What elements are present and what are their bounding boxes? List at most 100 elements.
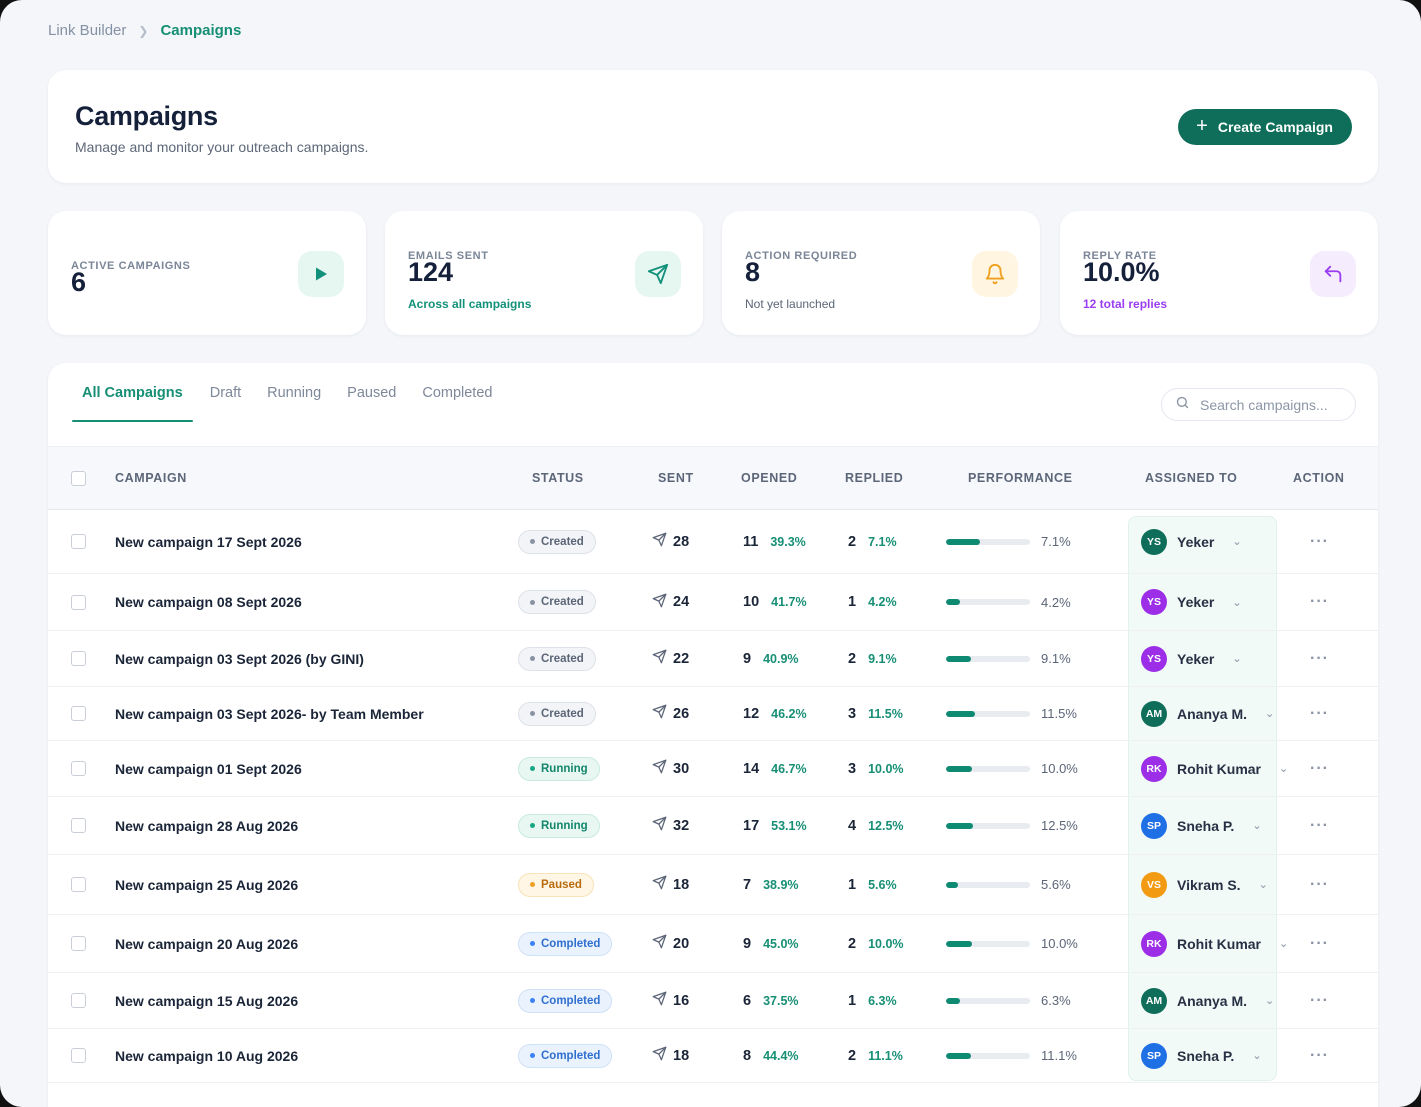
play-icon [298,251,344,297]
table-row[interactable]: New campaign 01 Sept 2026 Running 30 14 46.7… [48,741,1378,797]
col-sent[interactable]: SENT [658,447,694,509]
col-replied[interactable]: REPLIED [845,447,903,509]
assignee-dropdown[interactable]: SP Sneha P. ⌄ [1141,797,1262,854]
more-actions-icon[interactable]: ··· [1310,992,1329,1010]
search-input[interactable] [1200,396,1340,413]
opened-count: 17 [743,817,760,834]
row-checkbox[interactable] [71,534,86,549]
performance-bar-fill [946,940,973,947]
performance-pct: 11.5% [1041,706,1077,721]
col-assigned-to[interactable]: ASSIGNED TO [1145,447,1238,509]
stat-card-emails-sent: EMAILS SENT 124 Across all campaigns [385,211,703,335]
tab-all-campaigns[interactable]: All Campaigns [72,363,193,423]
row-checkbox[interactable] [71,877,86,892]
status-badge: Running [518,756,600,781]
campaign-name[interactable]: New campaign 01 Sept 2026 [115,741,302,796]
status-label: Completed [541,1049,601,1062]
tab-draft[interactable]: Draft [197,363,254,423]
performance-bar-fill [946,822,973,829]
table-row[interactable]: New campaign 08 Sept 2026 Created 24 10 41.7… [48,574,1378,631]
assignee-dropdown[interactable]: RK Rohit Kumar ⌄ [1141,915,1288,972]
performance-bar-fill [946,655,972,662]
more-actions-icon[interactable]: ··· [1310,817,1329,835]
avatar: VS [1141,871,1167,898]
row-checkbox[interactable] [71,1048,86,1063]
assignee-dropdown[interactable]: AM Ananya M. ⌄ [1141,687,1274,740]
create-campaign-button[interactable]: + Create Campaign [1178,109,1352,145]
campaign-name[interactable]: New campaign 10 Aug 2026 [115,1029,298,1082]
campaign-name[interactable]: New campaign 03 Sept 2026 (by GINI) [115,631,364,686]
more-actions-icon[interactable]: ··· [1310,533,1329,551]
assignee-dropdown[interactable]: YS Yeker ⌄ [1141,631,1242,686]
more-actions-icon[interactable]: ··· [1310,935,1329,953]
avatar: SP [1141,812,1167,839]
tab-paused[interactable]: Paused [334,363,409,423]
table-row[interactable]: New campaign 17 Sept 2026 Created 28 11 39.3… [48,510,1378,574]
performance-bar-fill [946,997,961,1004]
opened-count: 8 [743,1047,752,1064]
replied-pct: 5.6% [868,877,897,892]
assignee-dropdown[interactable]: SP Sneha P. ⌄ [1141,1029,1262,1082]
campaign-name[interactable]: New campaign 25 Aug 2026 [115,855,298,914]
table-row[interactable]: New campaign 25 Aug 2026 Paused 18 7 38.9% 1 5… [48,855,1378,915]
breadcrumb-link-builder[interactable]: Link Builder [48,22,126,39]
col-performance[interactable]: PERFORMANCE [968,447,1073,509]
replied-pct: 9.1% [868,651,897,666]
assignee-name: Ananya M. [1177,705,1248,722]
more-actions-icon[interactable]: ··· [1310,650,1329,668]
tab-completed[interactable]: Completed [409,363,505,423]
status-dot [530,1053,535,1058]
table-row[interactable]: New campaign 03 Sept 2026 (by GINI) Creat… [48,631,1378,687]
more-actions-icon[interactable]: ··· [1310,876,1329,894]
status-badge: Completed [518,931,613,956]
row-checkbox[interactable] [71,651,86,666]
table-row[interactable]: New campaign 15 Aug 2026 Completed 16 6 37.5… [48,973,1378,1029]
campaign-name[interactable]: New campaign 08 Sept 2026 [115,574,302,630]
performance-pct: 10.0% [1041,761,1078,776]
performance-bar [946,940,1030,947]
table-row[interactable]: New campaign 28 Aug 2026 Running 32 17 53.1%… [48,797,1378,855]
performance-bar-fill [946,881,958,888]
assignee-dropdown[interactable]: AM Ananya M. ⌄ [1141,973,1274,1028]
status-label: Created [541,535,584,548]
more-actions-icon[interactable]: ··· [1310,705,1329,723]
opened-pct: 46.7% [771,761,807,776]
row-checkbox[interactable] [71,761,86,776]
table-row[interactable]: New campaign 20 Aug 2026 Completed 20 9 45.0… [48,915,1378,973]
row-checkbox[interactable] [71,818,86,833]
col-campaign[interactable]: CAMPAIGN [115,447,187,509]
table-row[interactable]: New campaign 10 Aug 2026 Completed 18 8 44.4… [48,1029,1378,1083]
avatar-initials: SP [1146,1049,1161,1062]
select-all-checkbox[interactable] [71,470,86,486]
tab-running[interactable]: Running [254,363,334,423]
campaign-name[interactable]: New campaign 17 Sept 2026 [115,510,302,573]
send-icon [652,875,667,894]
avatar: AM [1141,700,1167,727]
assignee-dropdown[interactable]: VS Vikram S. ⌄ [1141,855,1268,914]
search-box[interactable] [1161,388,1356,421]
table-row[interactable]: New campaign 03 Sept 2026- by Team Membe… [48,687,1378,741]
more-actions-icon[interactable]: ··· [1310,760,1329,778]
col-status[interactable]: STATUS [532,447,584,509]
more-actions-icon[interactable]: ··· [1310,593,1329,611]
row-checkbox[interactable] [71,706,86,721]
row-checkbox[interactable] [71,594,86,610]
performance-bar [946,599,1030,605]
send-icon [652,816,667,835]
row-checkbox[interactable] [71,993,86,1008]
avatar-initials: VS [1146,878,1161,891]
assignee-dropdown[interactable]: RK Rohit Kumar ⌄ [1141,741,1288,796]
send-icon [652,1046,667,1065]
chevron-right-icon: ❯ [138,23,149,38]
col-opened[interactable]: OPENED [741,447,797,509]
more-actions-icon[interactable]: ··· [1310,1047,1329,1065]
campaign-name[interactable]: New campaign 20 Aug 2026 [115,915,298,972]
plus-icon: + [1196,115,1208,137]
row-checkbox[interactable] [71,936,86,951]
assignee-dropdown[interactable]: YS Yeker ⌄ [1141,574,1242,630]
campaign-name[interactable]: New campaign 15 Aug 2026 [115,973,298,1028]
assignee-dropdown[interactable]: YS Yeker ⌄ [1141,510,1242,573]
stat-card-reply-rate: REPLY RATE 10.0% 12 total replies [1060,211,1378,335]
campaign-name[interactable]: New campaign 28 Aug 2026 [115,797,298,854]
campaign-name[interactable]: New campaign 03 Sept 2026- by Team Membe… [115,687,424,740]
